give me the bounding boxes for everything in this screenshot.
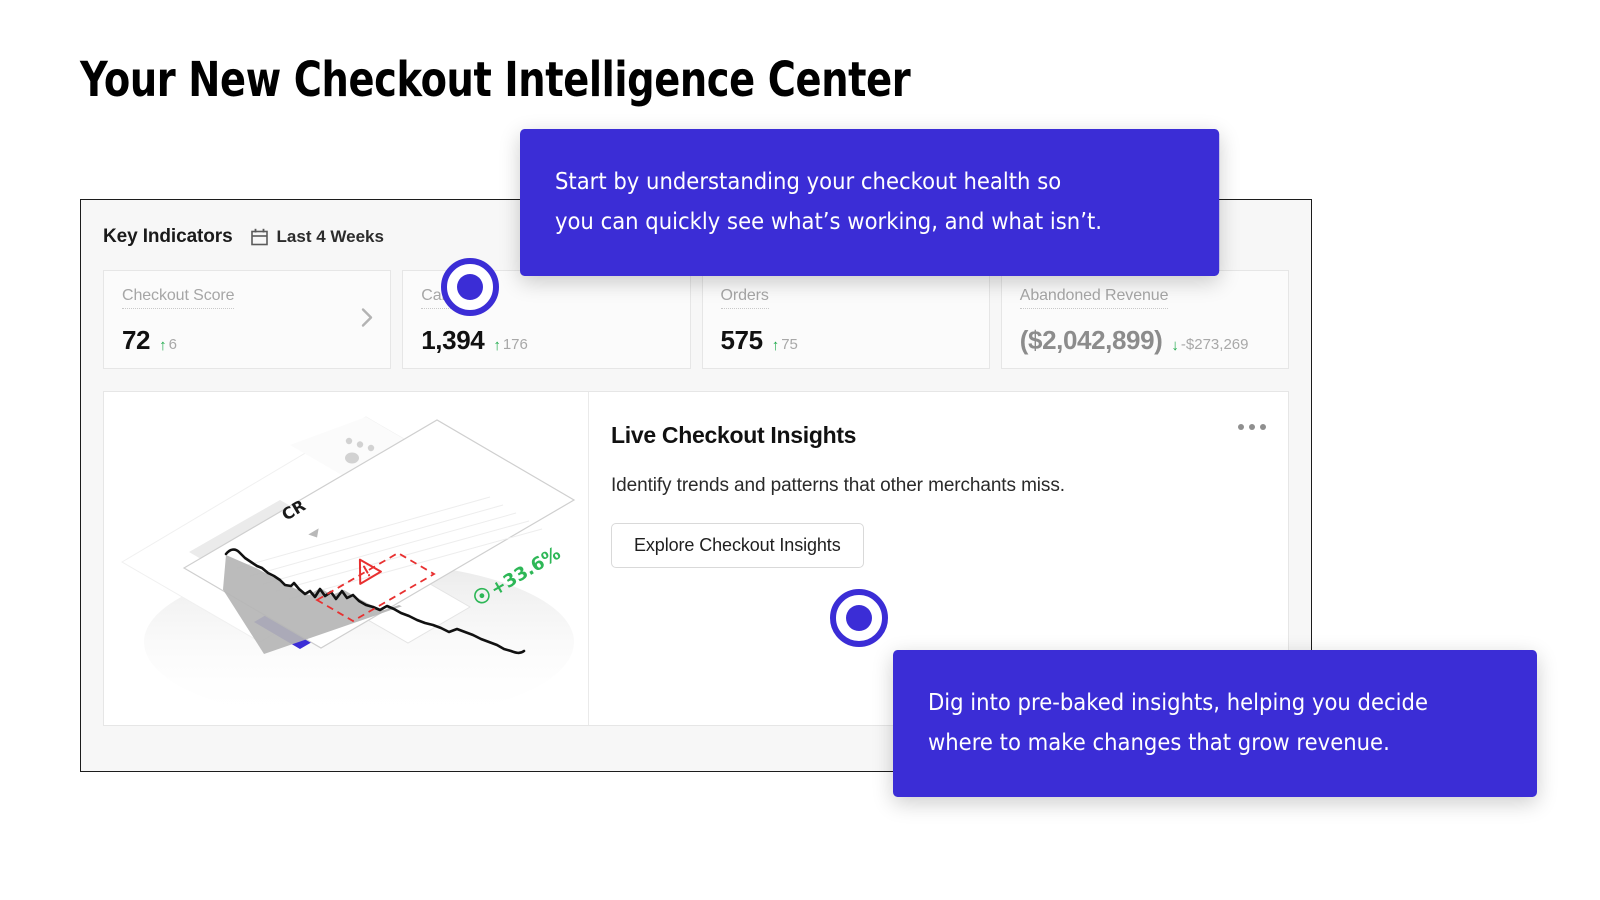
explore-checkout-insights-button[interactable]: Explore Checkout Insights	[611, 523, 864, 568]
kpi-value-row: 1,394 ↑ 176	[421, 325, 671, 356]
tooltip-line: where to make changes that grow revenue.	[927, 729, 1390, 756]
kpi-card-orders[interactable]: Orders 575 ↑ 75	[701, 270, 990, 369]
arrow-up-icon: ↑	[159, 337, 167, 354]
kebab-dot	[1249, 424, 1255, 430]
calendar-icon	[250, 228, 268, 246]
kebab-dot	[1260, 424, 1266, 430]
kpi-delta-value: 75	[781, 336, 798, 353]
tooltip-line: Start by understanding your checkout hea…	[554, 169, 1062, 195]
kpi-delta: ↑ 6	[159, 336, 177, 353]
kpi-value-row: 72 ↑ 6	[122, 325, 372, 356]
tooltip-checkout-health: Start by understanding your checkout hea…	[520, 129, 1220, 277]
insights-illustration: CR +33.6%	[104, 392, 589, 725]
kpi-value: 1,394	[421, 325, 485, 355]
kpi-value: 72	[122, 325, 151, 355]
kpi-label: Abandoned Revenue	[1019, 287, 1169, 309]
kpi-delta: ↓ -$273,269	[1171, 336, 1248, 353]
kpi-delta-value: 6	[168, 336, 177, 353]
tooltip-line: Dig into pre-baked insights, helping you…	[927, 690, 1428, 716]
kebab-menu-icon[interactable]	[1238, 424, 1266, 430]
kpi-card-checkout-score[interactable]: Checkout Score 72 ↑ 6	[103, 270, 392, 369]
step-marker-2[interactable]	[830, 589, 888, 647]
step-marker-1[interactable]	[441, 258, 499, 316]
arrow-up-icon: ↑	[771, 337, 780, 354]
kpi-label: Checkout Score	[122, 287, 235, 309]
insights-description: Identify trends and patterns that other …	[611, 475, 1065, 496]
kpi-card-abandoned-revenue[interactable]: Abandoned Revenue ($2,042,899) ↓ -$273,2…	[1000, 270, 1289, 369]
kpi-delta-value: -$273,269	[1180, 336, 1249, 353]
panel-title: Key Indicators	[103, 226, 233, 247]
date-range-label: Last 4 Weeks	[276, 227, 384, 246]
kpi-value: 575	[720, 325, 764, 355]
kpi-value-row: 575 ↑ 75	[721, 325, 971, 356]
arrow-down-icon: ↓	[1171, 337, 1179, 354]
page-title: Your New Checkout Intelligence Center	[80, 52, 911, 108]
kpi-delta: ↑ 75	[772, 336, 798, 353]
kpi-value: ($2,042,899)	[1019, 325, 1163, 355]
tooltip-line: you can quickly see what’s working, and …	[554, 208, 1102, 235]
insights-title: Live Checkout Insights	[611, 422, 857, 448]
kpi-label: Orders	[720, 287, 769, 309]
chevron-right-icon[interactable]	[360, 305, 374, 334]
tooltip-prebaked-insights: Dig into pre-baked insights, helping you…	[893, 650, 1537, 798]
kpi-delta: ↑ 176	[493, 336, 528, 353]
date-range-selector[interactable]: Last 4 Weeks	[250, 227, 384, 247]
kpi-delta-value: 176	[502, 336, 528, 353]
kebab-dot	[1238, 424, 1244, 430]
kpi-value-row: ($2,042,899) ↓ -$273,269	[1020, 325, 1270, 356]
arrow-up-icon: ↑	[493, 337, 501, 354]
